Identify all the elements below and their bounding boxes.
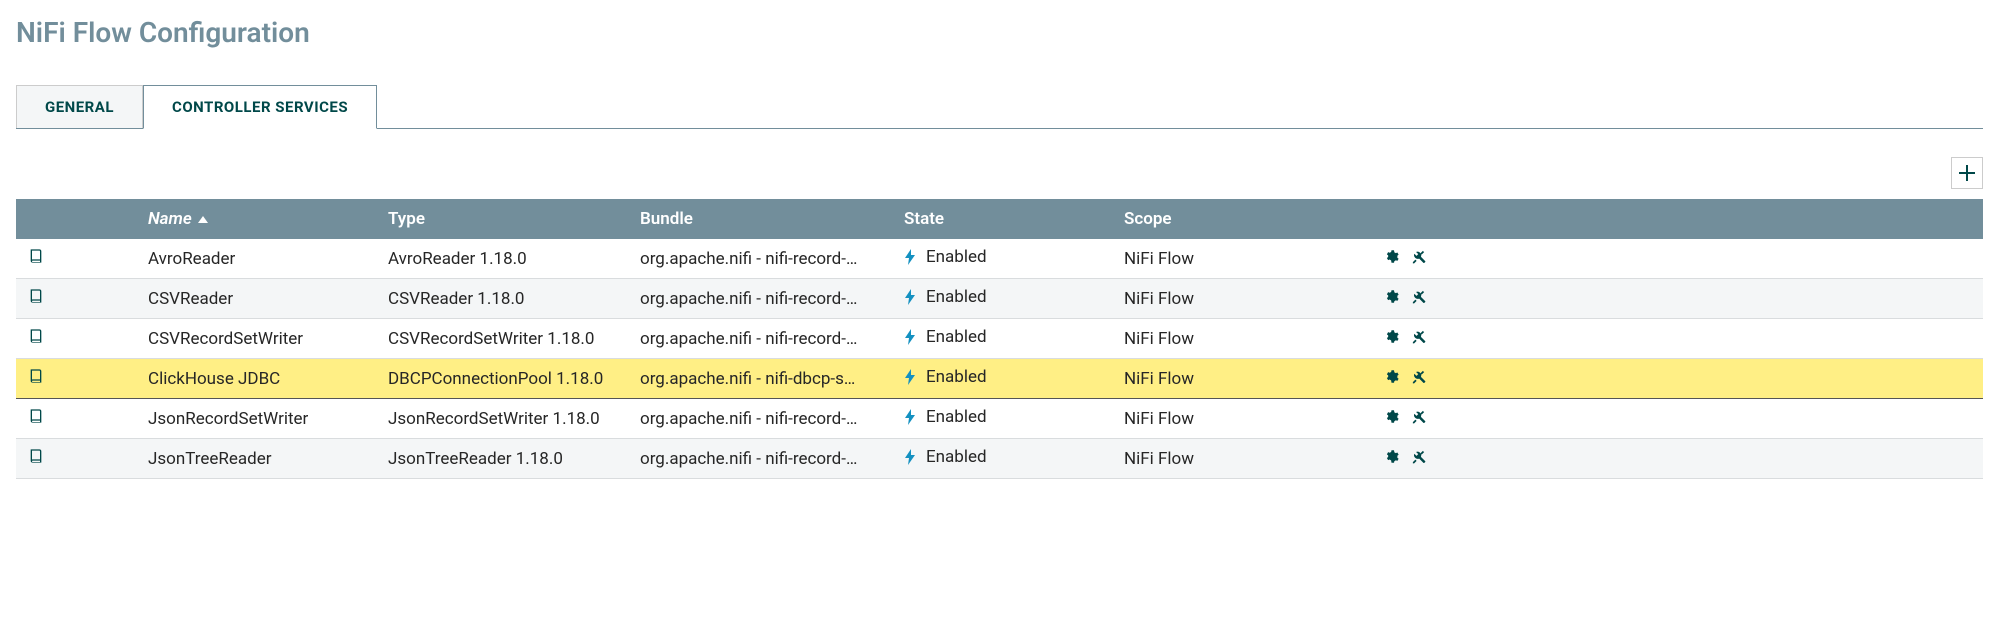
configure-icon[interactable] [1384,289,1399,304]
cell-name: CSVReader [136,279,376,319]
cell-type: JsonRecordSetWriter 1.18.0 [376,399,628,439]
bolt-icon [904,289,916,305]
cell-scope: NiFi Flow [1112,319,1372,359]
cell-type: JsonTreeReader 1.18.0 [376,439,628,479]
th-bundle[interactable]: Bundle [628,199,892,239]
table-row[interactable]: AvroReader AvroReader 1.18.0 org.apache.… [16,239,1983,279]
docs-icon[interactable] [28,288,44,304]
sort-asc-icon [198,216,208,223]
cell-state: Enabled [904,447,987,467]
cell-name: AvroReader [136,239,376,279]
manage-icon[interactable] [1411,449,1426,464]
bolt-icon [904,449,916,465]
bolt-icon [904,409,916,425]
manage-icon[interactable] [1411,249,1426,264]
docs-icon[interactable] [28,408,44,424]
cell-scope: NiFi Flow [1112,439,1372,479]
docs-icon[interactable] [28,328,44,344]
cell-scope: NiFi Flow [1112,359,1372,399]
table-row[interactable]: ClickHouse JDBC DBCPConnectionPool 1.18.… [16,359,1983,399]
configure-icon[interactable] [1384,329,1399,344]
cell-state: Enabled [904,367,987,387]
th-actions [1372,199,1983,239]
bolt-icon [904,329,916,345]
th-state[interactable]: State [892,199,1112,239]
cell-type: CSVRecordSetWriter 1.18.0 [376,319,628,359]
cell-state: Enabled [904,327,987,347]
th-name-label: Name [148,209,192,229]
cell-bundle: org.apache.nifi - nifi-record-… [628,239,892,279]
cell-name: JsonRecordSetWriter [136,399,376,439]
configure-icon[interactable] [1384,449,1399,464]
state-label: Enabled [926,447,987,467]
cell-bundle: org.apache.nifi - nifi-record-… [628,279,892,319]
table-row[interactable]: JsonRecordSetWriter JsonRecordSetWriter … [16,399,1983,439]
tab-general[interactable]: GENERAL [16,85,143,128]
th-type[interactable]: Type [376,199,628,239]
toolbar [16,157,1983,189]
table-row[interactable]: JsonTreeReader JsonTreeReader 1.18.0 org… [16,439,1983,479]
cell-state: Enabled [904,247,987,267]
configure-icon[interactable] [1384,369,1399,384]
page-title: NiFi Flow Configuration [16,16,1983,49]
bolt-icon [904,369,916,385]
manage-icon[interactable] [1411,329,1426,344]
cell-scope: NiFi Flow [1112,399,1372,439]
state-label: Enabled [926,287,987,307]
th-name[interactable]: Name [136,199,376,239]
cell-type: CSVReader 1.18.0 [376,279,628,319]
th-docs [16,199,136,239]
cell-bundle: org.apache.nifi - nifi-record-… [628,439,892,479]
cell-type: DBCPConnectionPool 1.18.0 [376,359,628,399]
manage-icon[interactable] [1411,409,1426,424]
docs-icon[interactable] [28,448,44,464]
table-row[interactable]: CSVReader CSVReader 1.18.0 org.apache.ni… [16,279,1983,319]
bolt-icon [904,249,916,265]
configure-icon[interactable] [1384,409,1399,424]
cell-bundle: org.apache.nifi - nifi-dbcp-s… [628,359,892,399]
state-label: Enabled [926,367,987,387]
controller-services-table: Name Type Bundle State Scope AvroReader … [16,199,1983,479]
state-label: Enabled [926,407,987,427]
th-scope[interactable]: Scope [1112,199,1372,239]
add-button[interactable] [1951,157,1983,189]
cell-bundle: org.apache.nifi - nifi-record-… [628,399,892,439]
manage-icon[interactable] [1411,289,1426,304]
plus-icon [1959,165,1975,181]
docs-icon[interactable] [28,248,44,264]
cell-scope: NiFi Flow [1112,279,1372,319]
cell-type: AvroReader 1.18.0 [376,239,628,279]
table-row[interactable]: CSVRecordSetWriter CSVRecordSetWriter 1.… [16,319,1983,359]
manage-icon[interactable] [1411,369,1426,384]
docs-icon[interactable] [28,368,44,384]
cell-state: Enabled [904,407,987,427]
cell-name: CSVRecordSetWriter [136,319,376,359]
cell-name: ClickHouse JDBC [136,359,376,399]
cell-bundle: org.apache.nifi - nifi-record-… [628,319,892,359]
cell-state: Enabled [904,287,987,307]
state-label: Enabled [926,327,987,347]
state-label: Enabled [926,247,987,267]
configure-icon[interactable] [1384,249,1399,264]
tab-controller-services[interactable]: CONTROLLER SERVICES [143,85,377,129]
tabs: GENERAL CONTROLLER SERVICES [16,85,1983,129]
cell-name: JsonTreeReader [136,439,376,479]
cell-scope: NiFi Flow [1112,239,1372,279]
table-header-row: Name Type Bundle State Scope [16,199,1983,239]
